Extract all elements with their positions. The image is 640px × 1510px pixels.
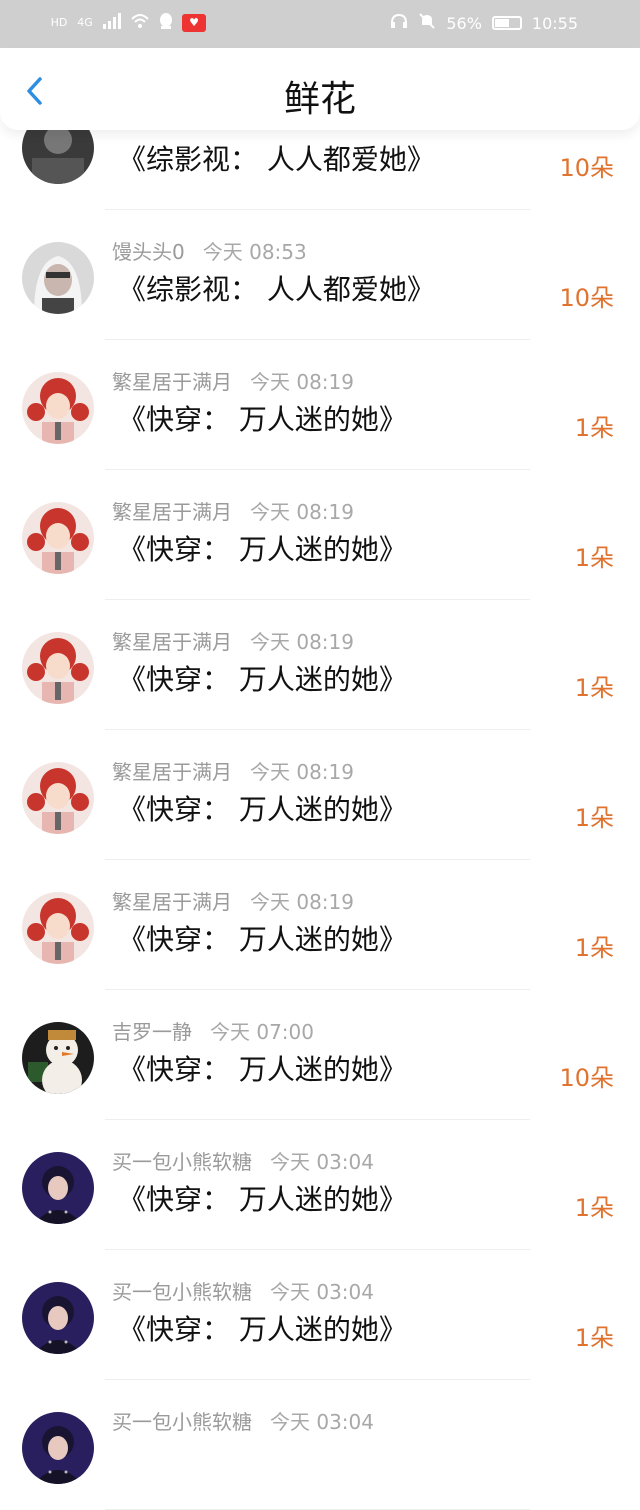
battery-icon [491,16,522,30]
user-name: 买一包小熊软糖 [112,1410,252,1434]
list-item[interactable]: 繁星居于满月 今天 08:19 《快穿： 万人迷的她》 1朵 [0,600,640,730]
flower-count: 1朵 [574,804,614,832]
user-name: 吉罗一静 [112,1020,192,1044]
list-item[interactable]: 繁星居于满月 今天 08:19 《快穿： 万人迷的她》 1朵 [0,730,640,860]
item-meta: 买一包小熊软糖 今天 03:04 [112,1406,374,1435]
book-title: 《快穿： 万人迷的她》 [118,1053,407,1086]
top-bar: 鲜花 [0,48,640,130]
avatar[interactable] [22,1412,94,1484]
avatar[interactable] [22,892,94,964]
flower-count: 1朵 [574,414,614,442]
avatar[interactable] [22,632,94,704]
flower-count: 1朵 [574,934,614,962]
timestamp: 今天 08:19 [250,370,354,394]
item-meta: 繁星居于满月 今天 08:19 [112,496,354,525]
flower-count: 10朵 [559,154,614,182]
qq-icon [158,12,174,34]
flower-count: 10朵 [559,284,614,312]
avatar[interactable] [22,1022,94,1094]
item-meta: 繁星居于满月 今天 08:19 [112,756,354,785]
flower-count: 10朵 [559,1064,614,1092]
list-item[interactable]: 买一包小熊软糖 今天 03:04 《快穿： 万人迷的她》 1朵 [0,1250,640,1380]
timestamp: 今天 03:04 [270,1280,374,1304]
book-title: 《快穿： 万人迷的她》 [118,533,407,566]
book-title: 《快穿： 万人迷的她》 [118,1183,407,1216]
avatar[interactable] [22,1282,94,1354]
wifi-icon [130,13,150,33]
status-bar: HD 4G ♥ 56% 10:55 [0,0,640,48]
timestamp: 今天 08:53 [202,240,307,264]
timestamp: 今天 07:00 [210,1020,314,1044]
headphones-icon [390,13,408,33]
book-title: 《快穿： 万人迷的她》 [118,403,407,436]
page-title: 鲜花 [283,79,356,120]
list-item[interactable]: 繁星居于满月 今天 08:19 《快穿： 万人迷的她》 1朵 [0,860,640,990]
flower-count: 1朵 [574,674,614,702]
list-item[interactable]: 繁星居于满月 今天 08:19 《快穿： 万人迷的她》 1朵 [0,470,640,600]
list-item[interactable]: 繁星居于满月 今天 08:19 《快穿： 万人迷的她》 1朵 [0,340,640,470]
item-meta: 繁星居于满月 今天 08:19 [112,366,354,395]
avatar[interactable] [22,372,94,444]
avatar[interactable] [22,762,94,834]
list-item[interactable]: 馒头头0 今天 08:53 《综影视： 人人都爱她》 10朵 [0,210,640,340]
item-meta: 馒头头0 今天 08:53 [112,236,307,265]
timestamp: 今天 08:19 [250,890,354,914]
app-icon: ♥ [182,14,206,32]
book-title: 《快穿： 万人迷的她》 [118,793,407,826]
item-meta: 繁星居于满月 今天 08:19 [112,886,354,915]
timestamp: 今天 08:19 [250,630,354,654]
flower-count: 1朵 [574,544,614,572]
item-meta: 买一包小熊软糖 今天 03:04 [112,1276,374,1305]
signal-icon [102,13,122,33]
avatar[interactable] [22,242,94,314]
status-right: 56% 10:55 [390,12,578,34]
avatar[interactable] [22,502,94,574]
avatar[interactable] [22,1152,94,1224]
book-title: 《快穿： 万人迷的她》 [118,923,407,956]
status-left: HD 4G ♥ [50,12,206,34]
user-name: 馒头头0 [112,240,185,264]
network-label: 4G [77,16,93,29]
item-meta: 繁星居于满月 今天 08:19 [112,626,354,655]
list-item[interactable]: 买一包小熊软糖 今天 03:04 [0,1380,640,1510]
timestamp: 今天 08:19 [250,500,354,524]
user-name: 繁星居于满月 [112,370,232,394]
list-item[interactable]: 吉罗一静 今天 07:00 《快穿： 万人迷的她》 10朵 [0,990,640,1120]
list-item[interactable]: 买一包小熊软糖 今天 03:04 《快穿： 万人迷的她》 1朵 [0,1120,640,1250]
battery-percent: 56% [446,13,482,33]
item-meta: 买一包小熊软糖 今天 03:04 [112,1146,374,1175]
book-title: 《综影视： 人人都爱她》 [118,273,435,306]
item-meta: 吉罗一静 今天 07:00 [112,1016,314,1045]
flower-list: 《综影视： 人人都爱她》 10朵 馒头头0 今天 08:53 《综影视： 人人都爱她》 1… [0,80,640,1510]
timestamp: 今天 08:19 [250,760,354,784]
user-name: 买一包小熊软糖 [112,1150,252,1174]
timestamp: 今天 03:04 [270,1410,374,1434]
clock: 10:55 [531,13,578,33]
flower-count: 1朵 [574,1194,614,1222]
flower-count: 1朵 [574,1324,614,1352]
user-name: 买一包小熊软糖 [112,1280,252,1304]
user-name: 繁星居于满月 [112,760,232,784]
book-title: 《快穿： 万人迷的她》 [118,663,407,696]
book-title: 《快穿： 万人迷的她》 [118,1313,407,1346]
mute-icon [418,12,436,34]
book-title: 《综影视： 人人都爱她》 [118,143,435,176]
user-name: 繁星居于满月 [112,500,232,524]
timestamp: 今天 03:04 [270,1150,374,1174]
hd-label: HD [50,16,68,29]
user-name: 繁星居于满月 [112,890,232,914]
user-name: 繁星居于满月 [112,630,232,654]
